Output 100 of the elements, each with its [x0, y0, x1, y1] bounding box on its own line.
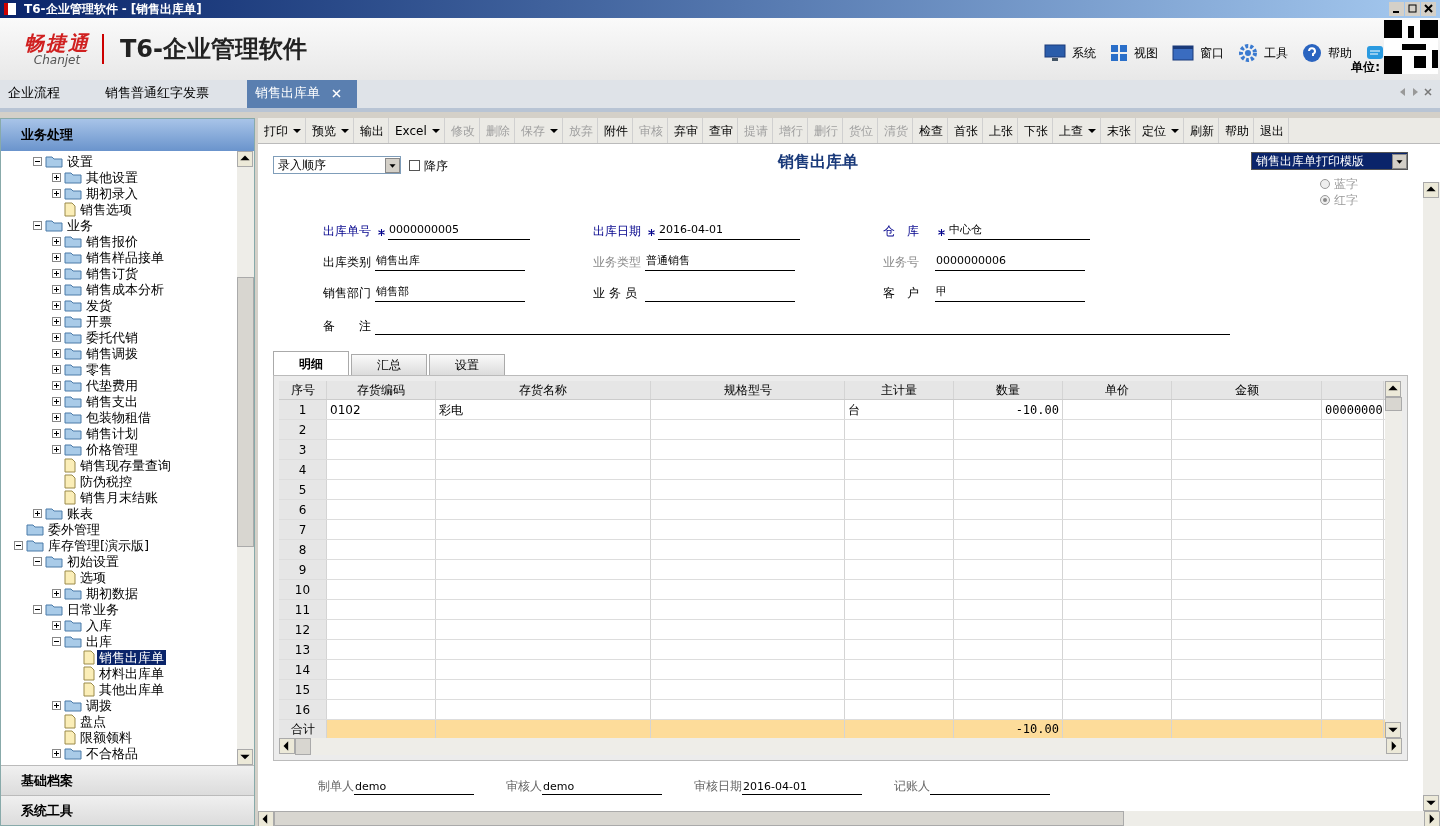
tree-item[interactable]: 销售选项 [78, 201, 134, 217]
scroll-right-icon[interactable] [1386, 738, 1402, 754]
text-field[interactable]: demo [354, 779, 474, 795]
expand-icon[interactable] [33, 508, 42, 518]
tree-item[interactable]: 调拨 [84, 697, 114, 713]
caret-icon[interactable] [1087, 127, 1096, 134]
tree-item[interactable]: 材料出库单 [97, 665, 166, 681]
scroll-thumb[interactable] [295, 738, 311, 755]
template-select[interactable]: 销售出库单打印模版 [1251, 152, 1408, 170]
collapse-icon[interactable] [33, 156, 42, 166]
toolbar-button[interactable]: 上查 [1052, 121, 1083, 140]
order-select[interactable]: 录入顺序 [273, 156, 401, 174]
tree-item[interactable]: 日常业务 [65, 601, 121, 617]
toolbar-button[interactable]: Excel [389, 121, 427, 140]
tree-item[interactable]: 账表 [65, 505, 95, 521]
toolbar-button[interactable]: 上张 [982, 121, 1013, 140]
scroll-down-icon[interactable] [1423, 795, 1439, 811]
sidebar-section[interactable]: 基础档案 [1, 765, 254, 795]
message-icon[interactable] [1366, 44, 1384, 62]
expand-icon[interactable] [52, 188, 61, 198]
scrollbar[interactable] [1385, 381, 1402, 738]
tree-item[interactable]: 销售样品接单 [84, 249, 166, 265]
tree-item[interactable]: 期初录入 [84, 185, 140, 201]
expand-icon[interactable] [52, 300, 61, 310]
collapse-icon[interactable] [33, 604, 42, 614]
text-field[interactable]: 中心仓 [948, 222, 1090, 240]
expand-icon[interactable] [52, 748, 61, 758]
collapse-icon[interactable] [33, 556, 42, 566]
scroll-up-icon[interactable] [1385, 381, 1401, 397]
text-field[interactable]: 2016-04-01 [658, 222, 800, 240]
tree-item[interactable]: 库存管理[演示版] [46, 537, 152, 553]
scroll-left-icon[interactable] [279, 738, 295, 754]
caret-icon[interactable] [293, 127, 301, 134]
toolbar-button[interactable]: 首张 [947, 121, 978, 140]
expand-icon[interactable] [52, 268, 61, 278]
tree-item[interactable]: 价格管理 [84, 441, 140, 457]
scroll-thumb[interactable] [1385, 397, 1402, 411]
menu-item[interactable]: 系统 [1072, 44, 1096, 62]
tree-item[interactable]: 委托代销 [84, 329, 140, 345]
text-field[interactable]: 销售部 [375, 284, 525, 302]
expand-icon[interactable] [52, 316, 61, 326]
scrollbar[interactable] [279, 738, 1402, 755]
expand-icon[interactable] [52, 700, 61, 710]
text-field[interactable]: demo [542, 779, 662, 795]
toolbar-button[interactable]: 预览 [306, 121, 336, 140]
toolbar-button[interactable]: 刷新 [1183, 121, 1214, 140]
tree-item[interactable]: 限额领料 [78, 729, 134, 745]
expand-icon[interactable] [52, 332, 61, 342]
checkbox[interactable] [409, 160, 420, 171]
scroll-down-icon[interactable] [1385, 722, 1401, 738]
tree-item[interactable]: 销售月末结账 [78, 489, 160, 505]
tree-item[interactable]: 开票 [84, 313, 114, 329]
tree-item[interactable]: 其他出库单 [97, 681, 166, 697]
tree-item[interactable]: 包装物租借 [84, 409, 153, 425]
expand-icon[interactable] [52, 412, 61, 422]
expand-icon[interactable] [52, 236, 61, 246]
menu-item[interactable]: 帮助 [1328, 44, 1352, 62]
tree-item[interactable]: 防伪税控 [78, 473, 134, 489]
expand-icon[interactable] [52, 284, 61, 294]
close-icon[interactable] [1421, 2, 1436, 16]
tree-item[interactable]: 盘点 [78, 713, 108, 729]
tree-item[interactable]: 设置 [65, 153, 95, 169]
tab[interactable]: 明细 [273, 351, 349, 375]
scroll-thumb[interactable] [237, 277, 254, 547]
text-field[interactable]: 甲 [935, 284, 1085, 302]
text-field[interactable]: 0000000005 [388, 222, 530, 240]
scrollbar[interactable] [237, 151, 254, 765]
scroll-up-icon[interactable] [237, 151, 253, 167]
tree-item[interactable]: 销售出库单 [97, 649, 166, 665]
tree-item[interactable]: 销售支出 [84, 393, 140, 409]
scroll-right-icon[interactable] [1424, 811, 1440, 826]
caret-icon[interactable] [1170, 127, 1179, 134]
scroll-up-icon[interactable] [1423, 182, 1439, 198]
toolbar-button[interactable]: 检查 [912, 121, 943, 140]
tree-item[interactable]: 业务 [65, 217, 95, 233]
tab[interactable]: 销售出库单 [247, 78, 357, 108]
tab[interactable]: 销售普通红字发票 [97, 78, 247, 108]
tree-item[interactable]: 入库 [84, 617, 114, 633]
toolbar-button[interactable]: 查审 [702, 121, 733, 140]
menu-item[interactable]: 窗口 [1200, 44, 1224, 62]
collapse-icon[interactable] [33, 220, 42, 230]
tree-item[interactable]: 期初数据 [84, 585, 140, 601]
expand-icon[interactable] [52, 588, 61, 598]
caret-icon[interactable] [385, 157, 400, 173]
menu-item[interactable]: 视图 [1134, 44, 1158, 62]
scroll-thumb[interactable] [274, 811, 1124, 826]
scrollbar[interactable] [1423, 182, 1440, 811]
collapse-icon[interactable] [52, 636, 61, 646]
expand-icon[interactable] [52, 348, 61, 358]
tree-item[interactable]: 其他设置 [84, 169, 140, 185]
minimize-icon[interactable] [1389, 2, 1404, 16]
collapse-icon[interactable] [14, 540, 23, 550]
tree-item[interactable]: 不合格品 [84, 745, 140, 761]
scrollbar[interactable] [258, 811, 1440, 826]
expand-icon[interactable] [52, 428, 61, 438]
tree-item[interactable]: 零售 [84, 361, 114, 377]
expand-icon[interactable] [52, 364, 61, 374]
scroll-down-icon[interactable] [237, 749, 253, 765]
tree-item[interactable]: 初始设置 [65, 553, 121, 569]
toolbar-button[interactable]: 下张 [1017, 121, 1048, 140]
